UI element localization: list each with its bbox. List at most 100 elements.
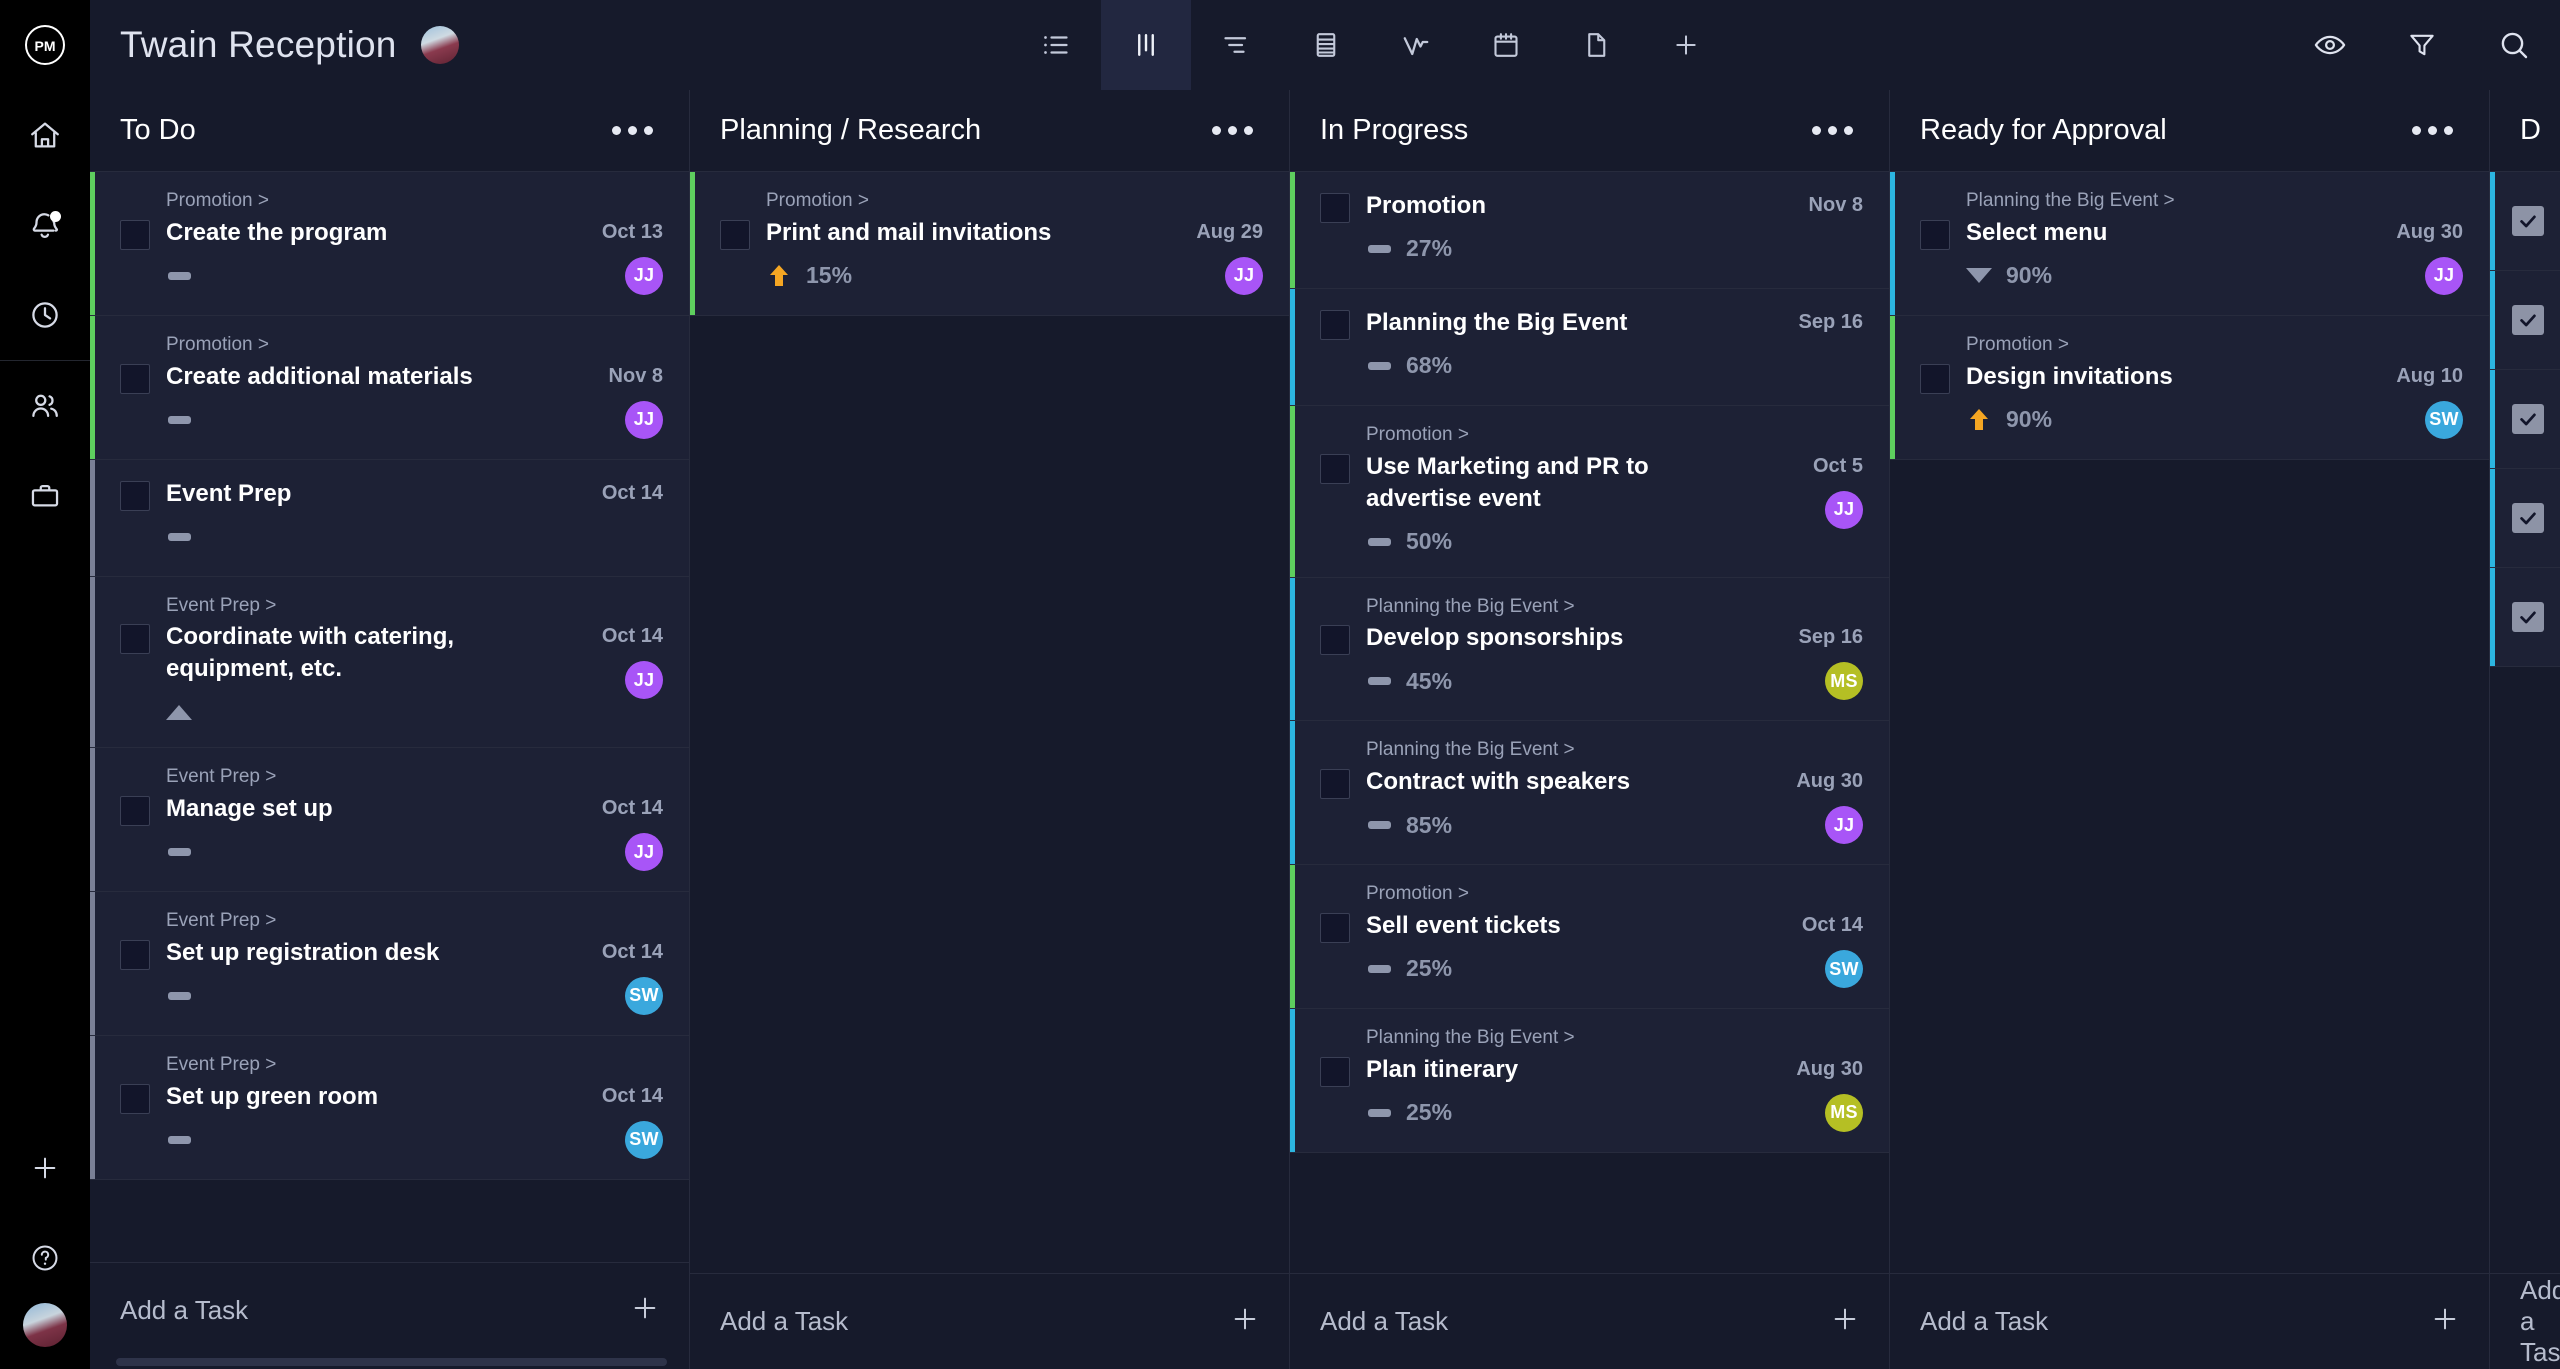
card-title[interactable]: Manage set up (166, 793, 559, 825)
card-title[interactable]: Develop sponsorships (1366, 622, 1759, 654)
card-breadcrumb[interactable]: Promotion > (166, 334, 663, 357)
task-card[interactable]: Event Prep > Set up registration desk Oct … (90, 892, 689, 1036)
task-card[interactable]: Planning the Big Event > Contract with sp… (1290, 721, 1889, 866)
task-checkbox[interactable] (1320, 310, 1350, 340)
task-card[interactable] (2490, 271, 2560, 370)
card-assignee-avatar[interactable]: JJ (625, 661, 663, 700)
card-breadcrumb[interactable]: Event Prep > (166, 595, 663, 618)
card-assignee-avatar[interactable]: JJ (625, 400, 663, 439)
tab-add-view[interactable] (1641, 0, 1731, 90)
task-checkbox[interactable] (120, 219, 150, 250)
add-task-button[interactable]: Add a Task (2490, 1273, 2560, 1369)
tab-pages[interactable] (1551, 0, 1641, 90)
task-card[interactable]: Planning the Big Event > Select menu 90% Au… (1890, 172, 2489, 316)
column-menu-button[interactable] (1804, 118, 1861, 143)
task-card[interactable]: Event Prep > Coordinate with catering, eq… (90, 576, 689, 749)
task-checkbox[interactable] (120, 363, 150, 394)
task-card[interactable]: Event Prep > Manage set up Oct 14 JJ (90, 748, 689, 892)
user-avatar[interactable] (23, 1303, 67, 1347)
card-title[interactable]: Planning the Big Event (1366, 307, 1759, 339)
task-checkbox[interactable] (1320, 769, 1350, 800)
projectmanager-logo[interactable]: PM (0, 0, 90, 90)
card-breadcrumb[interactable]: Event Prep > (166, 766, 663, 789)
card-breadcrumb[interactable]: Planning the Big Event > (1366, 1027, 1863, 1050)
task-card[interactable] (2490, 370, 2560, 469)
task-checkbox[interactable] (1320, 453, 1350, 484)
card-title[interactable]: Design invitations (1966, 361, 2359, 393)
card-assignee-avatar[interactable]: MS (1825, 662, 1863, 701)
task-checkbox[interactable] (120, 480, 150, 511)
task-checkbox[interactable] (120, 1083, 150, 1114)
sidebar-item-notifications[interactable] (0, 180, 90, 270)
card-breadcrumb[interactable]: Promotion > (166, 190, 663, 213)
add-task-button[interactable]: Add a Task (90, 1262, 689, 1358)
card-breadcrumb[interactable]: Event Prep > (166, 1054, 663, 1077)
task-card[interactable]: Planning the Big Event 68% Sep 16 (1290, 289, 1889, 406)
card-title[interactable]: Promotion (1366, 190, 1759, 222)
task-checkbox[interactable] (1920, 363, 1950, 394)
task-card[interactable]: Planning the Big Event > Plan itinerary 25… (1290, 1009, 1889, 1153)
project-owner-avatar[interactable] (420, 26, 459, 64)
tab-list[interactable] (1011, 0, 1101, 90)
add-task-button[interactable]: Add a Task (1290, 1273, 1889, 1369)
card-assignee-avatar[interactable]: JJ (1825, 490, 1863, 529)
tab-board[interactable] (1101, 0, 1192, 90)
sidebar-item-home[interactable] (0, 90, 90, 180)
tab-workload[interactable] (1371, 0, 1461, 90)
task-checkbox[interactable] (1920, 219, 1950, 250)
task-checkbox[interactable] (1320, 1056, 1350, 1087)
card-breadcrumb[interactable]: Promotion > (1366, 424, 1863, 447)
tab-gantt[interactable] (1191, 0, 1281, 90)
task-card[interactable]: Promotion > Design invitations 90% Aug 10 SW (1890, 315, 2489, 460)
card-assignee-avatar[interactable]: SW (1825, 950, 1863, 988)
card-title[interactable]: Set up registration desk (166, 937, 559, 969)
task-card[interactable]: Promotion > Create the program Oct 13 JJ (90, 172, 689, 316)
task-checkbox[interactable] (120, 796, 150, 826)
card-assignee-avatar[interactable]: SW (2425, 400, 2463, 439)
task-card[interactable]: Promotion 27% Nov 8 (1290, 172, 1889, 289)
task-card[interactable]: Event Prep Oct 14 (90, 459, 689, 577)
card-assignee-avatar[interactable]: JJ (2425, 256, 2463, 295)
task-card[interactable]: Promotion > Use Marketing and PR to adver… (1290, 406, 1889, 578)
card-title[interactable]: Sell event tickets (1366, 910, 1759, 942)
filter-button[interactable] (2376, 0, 2468, 90)
task-checkbox-checked[interactable] (2512, 305, 2544, 335)
task-card[interactable]: Event Prep > Set up green room Oct 14 SW (90, 1035, 689, 1180)
task-checkbox[interactable] (120, 939, 150, 970)
card-title[interactable]: Create additional materials (166, 361, 559, 393)
card-title[interactable]: Create the program (166, 217, 559, 249)
tab-sheet[interactable] (1281, 0, 1371, 90)
task-checkbox[interactable] (720, 219, 750, 250)
card-assignee-avatar[interactable]: JJ (625, 833, 663, 871)
task-checkbox-checked[interactable] (2512, 503, 2544, 533)
add-task-button[interactable]: Add a Task (690, 1273, 1289, 1369)
task-card[interactable]: Promotion > Create additional materials No… (90, 315, 689, 460)
card-title[interactable]: Use Marketing and PR to advertise event (1366, 451, 1759, 515)
task-checkbox-checked[interactable] (2512, 602, 2544, 632)
visibility-button[interactable] (2284, 0, 2376, 90)
card-breadcrumb[interactable]: Event Prep > (166, 910, 663, 933)
task-checkbox[interactable] (120, 624, 150, 655)
column-menu-button[interactable] (604, 118, 661, 143)
column-menu-button[interactable] (1204, 118, 1261, 143)
sidebar-item-help[interactable] (0, 1213, 90, 1303)
task-checkbox[interactable] (1320, 913, 1350, 943)
card-breadcrumb[interactable]: Planning the Big Event > (1366, 596, 1863, 619)
card-title[interactable]: Plan itinerary (1366, 1054, 1759, 1086)
card-title[interactable]: Select menu (1966, 217, 2359, 249)
column-menu-button[interactable] (2404, 118, 2461, 143)
card-breadcrumb[interactable]: Promotion > (1966, 334, 2463, 357)
task-checkbox[interactable] (1320, 625, 1350, 656)
task-card[interactable]: Planning the Big Event > Develop sponsors… (1290, 577, 1889, 722)
sidebar-item-people[interactable] (0, 361, 90, 451)
horizontal-scrollbar[interactable] (90, 1358, 689, 1369)
task-checkbox-checked[interactable] (2512, 206, 2544, 236)
sidebar-item-create[interactable] (0, 1123, 90, 1213)
card-breadcrumb[interactable]: Planning the Big Event > (1366, 739, 1863, 762)
card-assignee-avatar[interactable]: JJ (1225, 256, 1263, 295)
sidebar-item-projects[interactable] (0, 451, 90, 541)
card-assignee-avatar[interactable]: SW (625, 976, 663, 1015)
task-card[interactable] (2490, 568, 2560, 667)
card-breadcrumb[interactable]: Promotion > (766, 190, 1263, 213)
sidebar-item-timesheets[interactable] (0, 270, 90, 360)
